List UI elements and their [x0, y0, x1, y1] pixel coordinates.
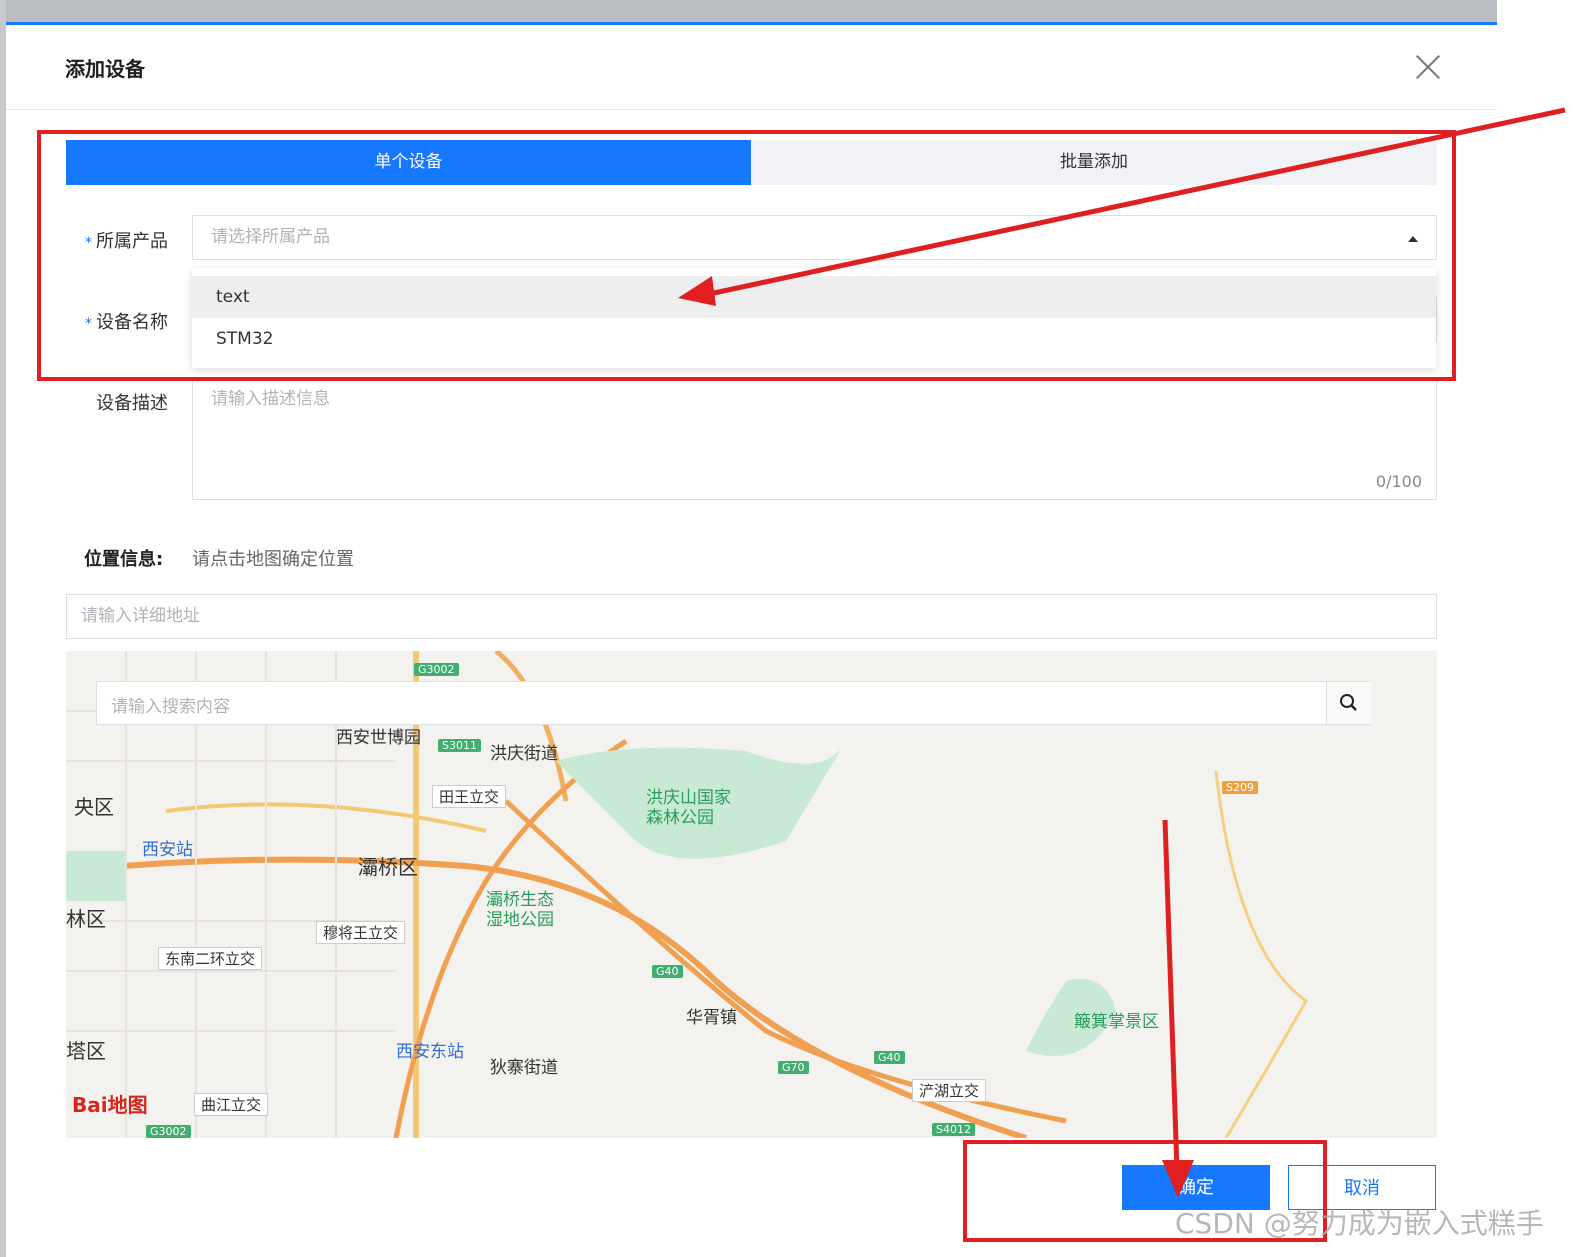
background-strip-right	[1497, 0, 1577, 22]
product-label: * 所属产品	[68, 227, 168, 253]
map-place: 华胥镇	[686, 1008, 737, 1028]
required-icon: *	[85, 235, 92, 251]
road-badge: S3011	[438, 739, 481, 752]
road-badge: G40	[874, 1051, 905, 1064]
map-place: 西安站	[142, 840, 193, 860]
map-place: 簸箕掌景区	[1074, 1012, 1159, 1032]
map-search-button[interactable]	[1326, 682, 1371, 724]
dropdown-option-text[interactable]: text	[192, 276, 1436, 318]
product-select-placeholder: 请选择所属产品	[211, 227, 330, 247]
map-place: 洪庆街道	[490, 744, 558, 764]
road-badge: S4012	[932, 1123, 975, 1136]
map-place: 狄寨街道	[490, 1058, 558, 1078]
map-place: 灞桥区	[358, 855, 418, 879]
description-textarea[interactable]: 请输入描述信息 0/100	[192, 377, 1437, 500]
map-place: 曲江立交	[194, 1093, 269, 1116]
map-search-box: 请输入搜索内容	[96, 681, 1371, 725]
location-hint: 请点击地图确定位置	[192, 549, 354, 570]
location-label: 位置信息:	[84, 549, 164, 570]
map-place: 西安东站	[396, 1042, 464, 1062]
caret-up-icon	[1408, 236, 1418, 242]
product-label-text: 所属产品	[96, 231, 168, 252]
address-placeholder: 请输入详细地址	[81, 606, 200, 626]
baidu-map[interactable]: G3002 S3011 S209 G40 G70 G40 S4012 G3002…	[66, 651, 1437, 1138]
map-place: 林区	[66, 907, 106, 931]
dropdown-option-stm32[interactable]: STM32	[192, 318, 1436, 360]
map-place: 穆将王立交	[316, 921, 406, 944]
road-badge: G3002	[146, 1125, 191, 1138]
map-place: 浐湖立交	[912, 1079, 987, 1102]
required-icon: *	[85, 316, 92, 332]
road-badge: G70	[778, 1061, 809, 1074]
device-name-label: * 设备名称	[68, 308, 168, 334]
description-placeholder: 请输入描述信息	[211, 389, 330, 409]
product-dropdown: text STM32	[192, 268, 1436, 368]
map-place: 塔区	[66, 1039, 106, 1063]
map-search-input[interactable]: 请输入搜索内容	[111, 692, 230, 717]
description-label: 设备描述	[96, 393, 168, 414]
tab-batch-add[interactable]: 批量添加	[751, 140, 1437, 185]
device-name-label-text: 设备名称	[96, 312, 168, 333]
road-badge: S209	[1222, 781, 1258, 794]
close-icon[interactable]	[1412, 51, 1444, 83]
map-place: 田王立交	[432, 785, 507, 808]
background-strip	[0, 0, 1497, 22]
search-icon	[1340, 694, 1357, 711]
baidu-logo: Bai地图	[72, 1093, 148, 1117]
road-badge: G3002	[414, 663, 459, 676]
tab-single-device[interactable]: 单个设备	[66, 140, 751, 185]
map-place: 湿地公园	[486, 910, 554, 930]
mode-tabs: 单个设备 批量添加	[66, 140, 1437, 185]
address-input[interactable]: 请输入详细地址	[66, 594, 1437, 639]
description-counter: 0/100	[1375, 472, 1422, 491]
product-select[interactable]: 请选择所属产品	[192, 215, 1437, 260]
road-badge: G40	[652, 965, 683, 978]
add-device-dialog: 添加设备 单个设备 批量添加 * 所属产品 请选择所属产品 * 设备名称 text …	[6, 22, 1497, 1255]
map-place: 西安世博园	[336, 728, 421, 748]
cancel-button[interactable]: 取消	[1288, 1165, 1436, 1210]
map-place: 东南二环立交	[158, 947, 263, 970]
map-place: 森林公园	[646, 808, 714, 828]
confirm-button[interactable]: 确定	[1122, 1165, 1270, 1210]
dialog-header: 添加设备	[6, 25, 1497, 110]
map-place: 央区	[74, 795, 114, 819]
dialog-title: 添加设备	[65, 57, 145, 81]
